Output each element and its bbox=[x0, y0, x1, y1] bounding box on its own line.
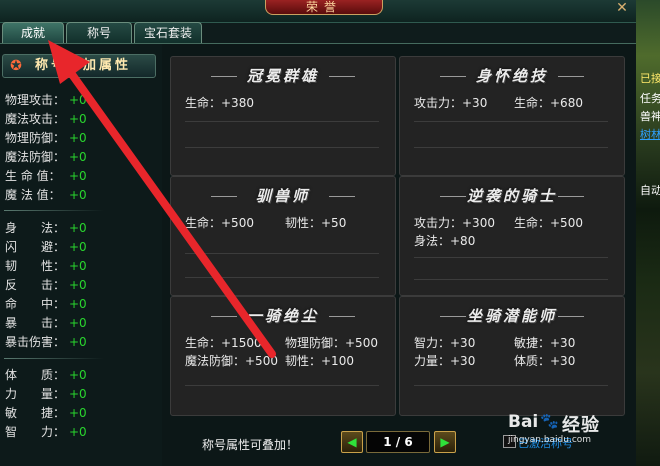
arrow-head bbox=[48, 40, 90, 84]
annotation-arrow bbox=[48, 40, 276, 358]
arrow-shaft bbox=[62, 62, 276, 358]
